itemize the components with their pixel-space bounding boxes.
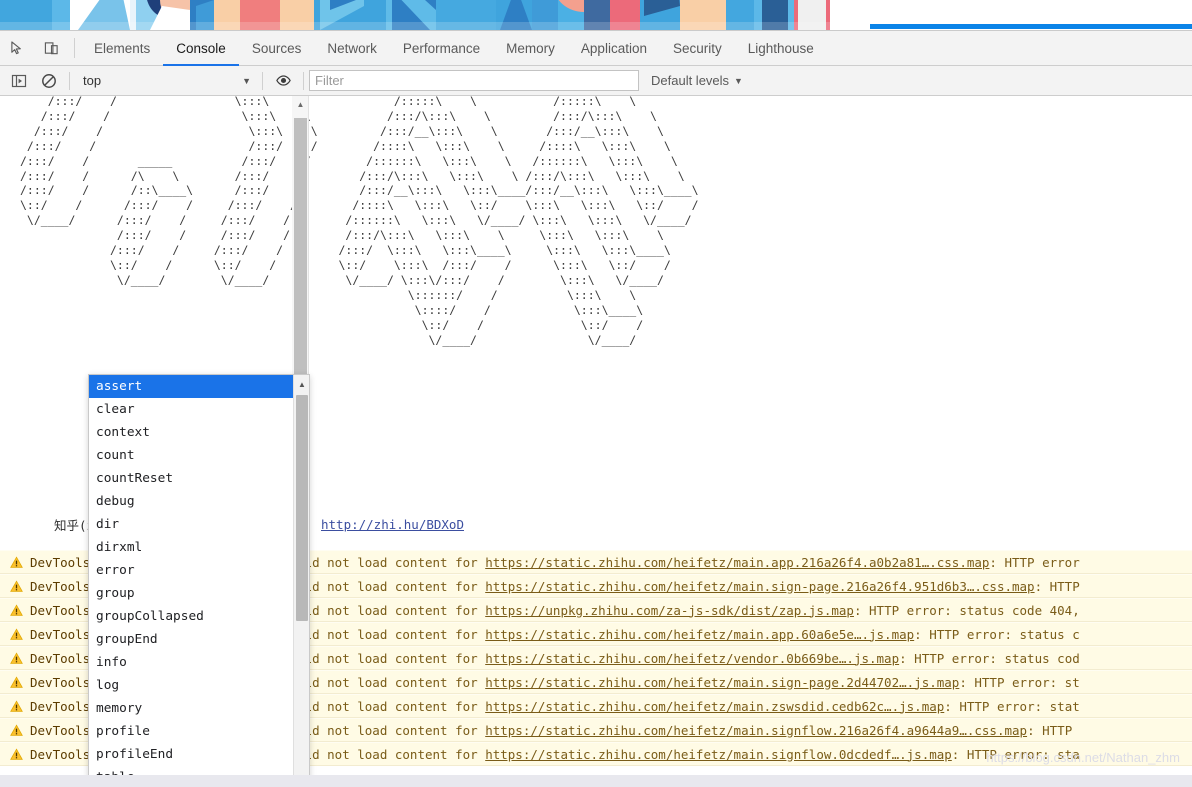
autocomplete-item-clear[interactable]: clear [89, 398, 294, 421]
devtools-panel: Elements Console Sources Network Perform… [0, 30, 1192, 787]
clear-console-icon[interactable] [34, 68, 64, 94]
autocomplete-popup[interactable]: assert clear context count countReset de… [88, 374, 310, 787]
tab-security[interactable]: Security [660, 31, 735, 65]
message-text: Could not load content for https://stati… [282, 674, 1080, 690]
message-link[interactable]: https://static.zhihu.com/heifetz/vendor.… [485, 651, 899, 666]
log-levels-dropdown[interactable]: Default levels ▼ [651, 73, 743, 88]
tab-performance[interactable]: Performance [390, 31, 493, 65]
message-text: Could not load content for https://stati… [282, 554, 1080, 570]
message-text: Could not load content for https://stati… [282, 698, 1080, 714]
message-link[interactable]: https://static.zhihu.com/heifetz/main.zs… [485, 699, 944, 714]
autocomplete-scrollbar[interactable]: ▲ ▼ [293, 375, 309, 787]
tab-label: Application [580, 40, 647, 56]
chevron-down-icon: ▼ [734, 75, 743, 86]
page-loading-bar [870, 24, 1192, 29]
filterbar-divider-3 [303, 71, 304, 90]
tab-network[interactable]: Network [314, 31, 390, 65]
message-text: Could not load content for https://stati… [282, 650, 1080, 666]
autocomplete-item-count[interactable]: count [89, 444, 294, 467]
zhihu-short-link[interactable]: http://zhi.hu/BDXoD [321, 517, 464, 532]
autocomplete-item-dir[interactable]: dir [89, 513, 294, 536]
message-text: Could not load content for https://stati… [282, 626, 1080, 642]
console-output[interactable]: /:::/ / \:::\ \ /:::::\ \ /:::::\ \ /:::… [0, 96, 1192, 787]
tabbar-divider [74, 38, 75, 58]
live-expression-icon[interactable] [268, 68, 298, 94]
message-link[interactable]: https://unpkg.zhihu.com/za-js-sdk/dist/z… [485, 603, 854, 618]
chevron-down-icon: ▼ [242, 75, 251, 86]
message-text: Could not load content for https://stati… [282, 722, 1073, 738]
tab-application[interactable]: Application [568, 31, 660, 65]
tab-label: Sources [251, 40, 302, 56]
autocomplete-item-countreset[interactable]: countReset [89, 467, 294, 490]
warning-icon [10, 603, 23, 616]
filterbar-divider-2 [262, 71, 263, 90]
tab-label: Lighthouse [747, 40, 814, 56]
scroll-up-icon[interactable]: ▲ [292, 96, 309, 113]
zhihu-ascii-art: /:::/ / \:::\ \ /:::::\ \ /:::::\ \ /:::… [20, 96, 699, 347]
console-filter-toolbar: top ▼ Default levels ▼ [0, 66, 1192, 96]
tab-label: Memory [506, 40, 555, 56]
message-link[interactable]: https://static.zhihu.com/heifetz/main.ap… [485, 627, 914, 642]
message-link[interactable]: https://static.zhihu.com/heifetz/main.si… [485, 723, 1027, 738]
tab-label: Security [672, 40, 722, 56]
tab-elements[interactable]: Elements [81, 31, 163, 65]
warning-icon [10, 555, 23, 568]
autocomplete-item-memory[interactable]: memory [89, 697, 294, 720]
message-link[interactable]: https://static.zhihu.com/heifetz/main.si… [485, 579, 1034, 594]
warning-icon [10, 699, 23, 712]
warning-icon [10, 579, 23, 592]
device-toolbar-icon[interactable] [34, 31, 68, 65]
autocomplete-item-debug[interactable]: debug [89, 490, 294, 513]
message-text: Could not load content for https://unpkg… [282, 602, 1080, 618]
warning-icon [10, 747, 23, 760]
warning-icon [10, 675, 23, 688]
console-sidebar-icon[interactable] [4, 68, 34, 94]
filterbar-divider-1 [69, 71, 70, 90]
message-link[interactable]: https://static.zhihu.com/heifetz/main.si… [485, 675, 959, 690]
tab-label: Network [327, 40, 377, 56]
warning-icon [10, 723, 23, 736]
filter-input[interactable] [309, 70, 639, 91]
autocomplete-list: assert clear context count countReset de… [89, 375, 294, 787]
autocomplete-item-log[interactable]: log [89, 674, 294, 697]
warning-icon [10, 627, 23, 640]
warning-icon [10, 651, 23, 664]
bottom-shade-bar [0, 775, 1192, 787]
scroll-up-icon[interactable]: ▲ [294, 376, 309, 392]
autocomplete-item-profileend[interactable]: profileEnd [89, 743, 294, 766]
autocomplete-item-group[interactable]: group [89, 582, 294, 605]
log-levels-label: Default levels [651, 73, 730, 88]
autocomplete-item-assert[interactable]: assert [89, 375, 294, 398]
tab-label: Elements [94, 40, 151, 56]
devtools-tabbar: Elements Console Sources Network Perform… [0, 31, 1192, 66]
tab-lighthouse[interactable]: Lighthouse [735, 31, 827, 65]
autocomplete-item-info[interactable]: info [89, 651, 294, 674]
devtools-window: Elements Console Sources Network Perform… [0, 0, 1192, 787]
tab-label: Performance [402, 40, 481, 56]
autocomplete-item-context[interactable]: context [89, 421, 294, 444]
autocomplete-item-error[interactable]: error [89, 559, 294, 582]
execution-context-value: top [83, 73, 102, 88]
autocomplete-item-groupend[interactable]: groupEnd [89, 628, 294, 651]
message-text: Could not load content for https://stati… [282, 578, 1080, 594]
inspect-element-icon[interactable] [0, 31, 34, 65]
autocomplete-item-profile[interactable]: profile [89, 720, 294, 743]
execution-context-select[interactable]: top ▼ [75, 70, 257, 92]
message-link[interactable]: https://static.zhihu.com/heifetz/main.si… [485, 747, 952, 762]
autocomplete-item-groupcollapsed[interactable]: groupCollapsed [89, 605, 294, 628]
message-link[interactable]: https://static.zhihu.com/heifetz/main.ap… [485, 555, 989, 570]
autocomplete-scrollbar-thumb[interactable] [296, 395, 308, 621]
tab-memory[interactable]: Memory [493, 31, 568, 65]
message-text: Could not load content for https://stati… [282, 746, 1080, 762]
tab-console[interactable]: Console [163, 31, 239, 66]
tab-label: Console [176, 40, 226, 56]
banner-illustration [0, 0, 830, 30]
autocomplete-item-dirxml[interactable]: dirxml [89, 536, 294, 559]
tab-sources[interactable]: Sources [239, 31, 315, 65]
page-banner [0, 0, 1192, 30]
